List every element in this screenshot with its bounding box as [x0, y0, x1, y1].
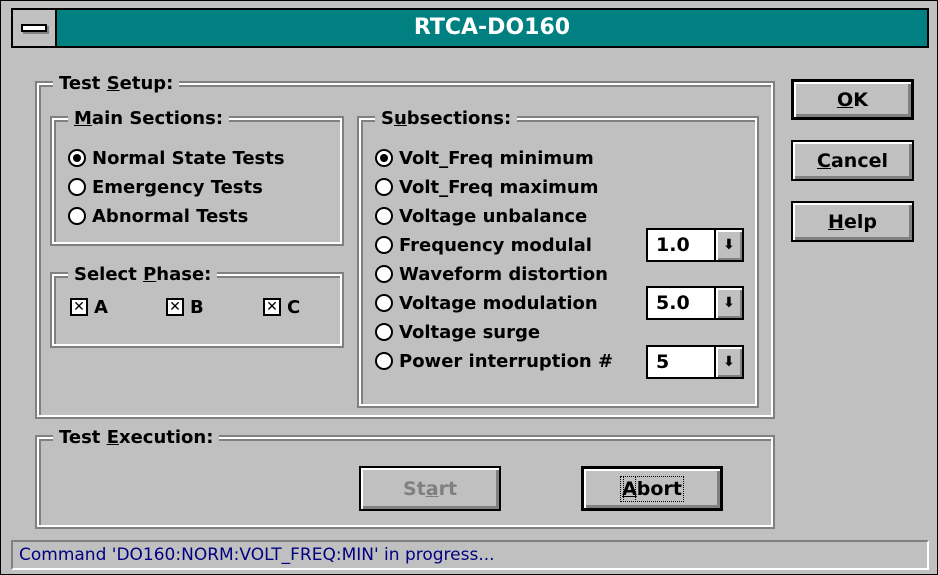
radio-power-interruption[interactable]: Power interruption # — [375, 347, 637, 375]
dropdown-arrow-icon[interactable]: ⬇ — [714, 230, 742, 260]
ok-button-label: OK — [837, 88, 868, 111]
radio-label: Frequency modulal — [399, 234, 592, 256]
radio-label: Volt_Freq minimum — [399, 147, 594, 169]
radio-button[interactable] — [375, 178, 393, 196]
select-phase-label: Select Phase: — [68, 262, 218, 288]
status-bar: Command 'DO160:NORM:VOLT_FREQ:MIN' in pr… — [11, 540, 929, 570]
radio-label: Voltage modulation — [399, 292, 598, 314]
radio-voltage-modulation[interactable]: Voltage modulation — [375, 289, 637, 317]
radio-button[interactable] — [68, 149, 86, 167]
radio-button[interactable] — [375, 294, 393, 312]
radio-normal-state-tests[interactable]: Normal State Tests — [68, 144, 285, 172]
subsections-group: Subsections: Volt_Freq minimum Volt_Freq… — [357, 106, 759, 408]
window-title: RTCA-DO160 — [413, 15, 571, 40]
checkbox-box[interactable]: ✕ — [166, 298, 184, 316]
radio-label: Volt_Freq maximum — [399, 176, 599, 198]
checkbox-box[interactable]: ✕ — [70, 298, 88, 316]
radio-label: Waveform distortion — [399, 263, 608, 285]
combo-value: 5 — [656, 351, 670, 373]
help-button-label: Help — [828, 210, 877, 233]
subsections-label: Subsections: — [375, 106, 518, 132]
phase-b-checkbox[interactable]: ✕ B — [166, 294, 204, 320]
test-execution-label: Test Execution: — [53, 425, 220, 451]
test-execution-group: Test Execution: Start Abort — [35, 425, 775, 529]
radio-button[interactable] — [375, 352, 393, 370]
radio-button[interactable] — [375, 323, 393, 341]
power-interruption-combo[interactable]: 5 ⬇ — [646, 345, 744, 379]
radio-volt-freq-maximum[interactable]: Volt_Freq maximum — [375, 173, 598, 201]
test-setup-label: Test Setup: — [53, 71, 180, 97]
abort-button[interactable]: Abort — [581, 466, 723, 511]
cancel-button[interactable]: Cancel — [791, 140, 914, 181]
main-sections-group: Main Sections: Normal State Tests Emerge… — [50, 106, 344, 246]
dropdown-arrow-icon[interactable]: ⬇ — [714, 347, 742, 377]
radio-volt-freq-minimum[interactable]: Volt_Freq minimum — [375, 144, 594, 172]
ok-button[interactable]: OK — [791, 79, 914, 120]
combo-value: 5.0 — [656, 292, 690, 314]
radio-button[interactable] — [68, 207, 86, 225]
phase-a-checkbox[interactable]: ✕ A — [70, 294, 108, 320]
radio-label: Emergency Tests — [92, 176, 263, 198]
radio-button[interactable] — [375, 236, 393, 254]
radio-frequency-modulation[interactable]: Frequency modulal — [375, 231, 637, 259]
start-button[interactable]: Start — [359, 466, 501, 511]
cancel-button-label: Cancel — [817, 149, 888, 172]
radio-emergency-tests[interactable]: Emergency Tests — [68, 173, 263, 201]
checkbox-label: B — [190, 296, 204, 318]
radio-label: Power interruption # — [399, 350, 614, 372]
radio-label: Abnormal Tests — [92, 205, 249, 227]
checkbox-label: A — [94, 296, 108, 318]
system-menu-button[interactable] — [13, 10, 57, 46]
radio-button[interactable] — [375, 207, 393, 225]
help-button[interactable]: Help — [791, 201, 914, 242]
test-setup-group: Test Setup: Main Sections: Normal State … — [35, 71, 775, 419]
radio-voltage-surge[interactable]: Voltage surge — [375, 318, 540, 346]
radio-button[interactable] — [375, 149, 393, 167]
radio-waveform-distortion[interactable]: Waveform distortion — [375, 260, 608, 288]
dropdown-arrow-icon[interactable]: ⬇ — [714, 288, 742, 318]
rtca-do160-dialog: RTCA-DO160 Test Setup: Main Sections: No… — [0, 0, 938, 575]
combo-value: 1.0 — [656, 234, 690, 256]
radio-button[interactable] — [375, 265, 393, 283]
frequency-modulation-combo[interactable]: 1.0 ⬇ — [646, 228, 744, 262]
select-phase-group: Select Phase: ✕ A ✕ B ✕ C — [50, 262, 344, 348]
start-button-label: Start — [402, 477, 458, 500]
phase-c-checkbox[interactable]: ✕ C — [263, 294, 300, 320]
radio-label: Voltage surge — [399, 321, 541, 343]
radio-abnormal-tests[interactable]: Abnormal Tests — [68, 202, 248, 230]
radio-label: Normal State Tests — [92, 147, 285, 169]
system-menu-icon — [21, 24, 47, 32]
checkbox-label: C — [287, 296, 301, 318]
radio-button[interactable] — [68, 178, 86, 196]
radio-label: Voltage unbalance — [399, 205, 588, 227]
main-sections-label: Main Sections: — [68, 106, 230, 132]
title-bar: RTCA-DO160 — [11, 8, 929, 48]
voltage-modulation-combo[interactable]: 5.0 ⬇ — [646, 286, 744, 320]
radio-voltage-unbalance[interactable]: Voltage unbalance — [375, 202, 587, 230]
checkbox-box[interactable]: ✕ — [263, 298, 281, 316]
abort-button-label: Abort — [620, 475, 684, 502]
